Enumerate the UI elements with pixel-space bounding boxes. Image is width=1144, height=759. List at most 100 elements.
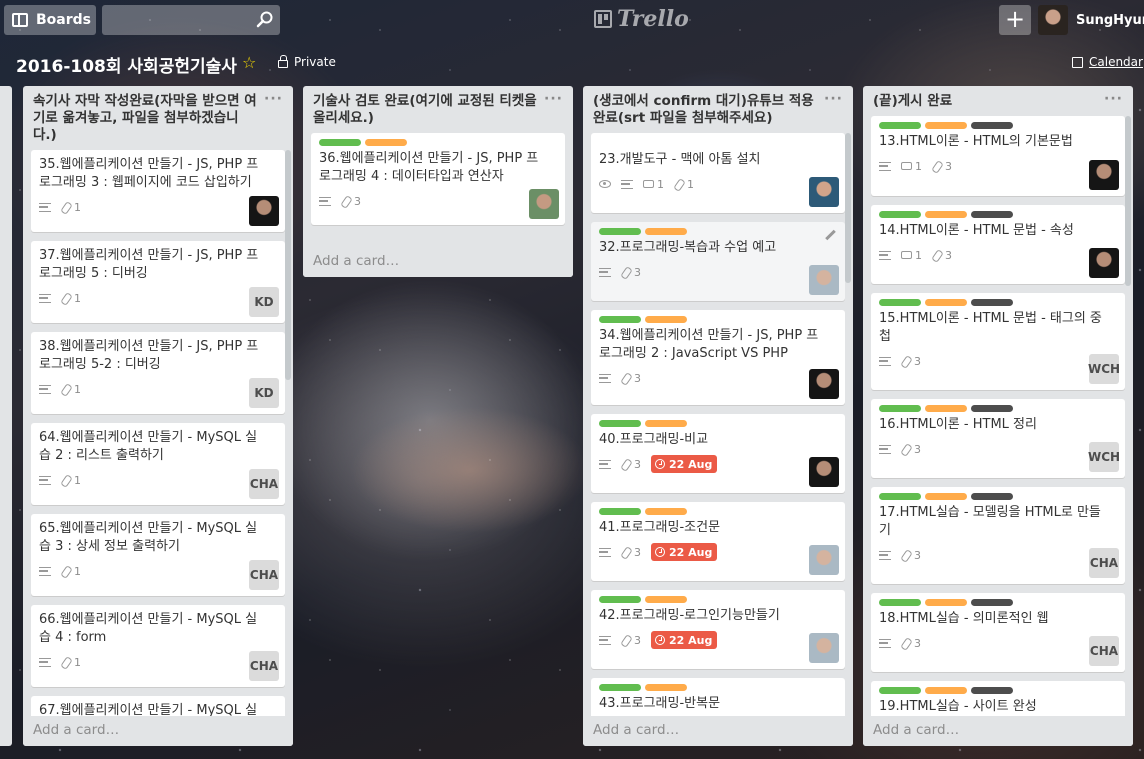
- card[interactable]: 13.HTML이론 - HTML의 기본문법 1 3: [871, 116, 1125, 196]
- label-green: [599, 316, 641, 323]
- add-card-button[interactable]: Add a card…: [863, 716, 1133, 746]
- list-title: 속기사 자막 작성완료(자막을 받으면 여기로 옮겨놓고, 파일을 첨부하겠습니…: [33, 93, 257, 143]
- card[interactable]: 14.HTML이론 - HTML 문법 - 속성 1 3: [871, 205, 1125, 284]
- star-icon[interactable]: ☆: [242, 53, 256, 72]
- card[interactable]: 19.HTML실습 - 사이트 완성: [871, 681, 1125, 717]
- list-cards[interactable]: 35.웹에플리케이션 만들기 - JS, PHP 프로그래밍 3 : 웹페이지에…: [23, 150, 293, 722]
- search-input[interactable]: [102, 5, 280, 35]
- list-scrollbar[interactable]: [845, 133, 851, 283]
- description-icon: [39, 202, 51, 212]
- card[interactable]: 32.프로그래밍-복습과 수업 예고 3: [591, 222, 845, 301]
- card[interactable]: 17.HTML실습 - 모델링을 HTML로 만들기 3 CHA: [871, 487, 1125, 584]
- add-button[interactable]: +: [999, 5, 1031, 35]
- list-youtube-applied: (생코에서 confirm 대기)유튜브 적용 완료(srt 파일을 첨부해주세…: [583, 86, 853, 746]
- card[interactable]: 65.웹에플리케이션 만들기 - MySQL 실습 3 : 상세 정보 출력하기…: [31, 514, 285, 596]
- card[interactable]: 35.웹에플리케이션 만들기 - JS, PHP 프로그래밍 3 : 웹페이지에…: [31, 150, 285, 232]
- list-scrollbar[interactable]: [1125, 116, 1131, 286]
- list-header[interactable]: (생코에서 confirm 대기)유튜브 적용 완료(srt 파일을 첨부해주세…: [583, 86, 853, 133]
- member-initials[interactable]: CHA: [249, 651, 279, 681]
- list-menu-icon[interactable]: ···: [544, 91, 563, 108]
- list-cards[interactable]: 36.웹에플리케이션 만들기 - JS, PHP 프로그래밍 4 : 데이터타입…: [303, 133, 573, 234]
- add-card-button[interactable]: Add a card…: [303, 247, 573, 277]
- list-scrollbar[interactable]: [285, 150, 291, 380]
- list-header[interactable]: 속기사 자막 작성완료(자막을 받으면 여기로 옮겨놓고, 파일을 첨부하겠습니…: [23, 86, 293, 150]
- card-labels: [879, 211, 1117, 218]
- attachment-badge: 1: [61, 383, 81, 396]
- board-title[interactable]: 2016-108회 사회공헌기술사: [16, 52, 237, 77]
- due-date-badge[interactable]: 22 Aug: [651, 543, 718, 561]
- card[interactable]: 34.웹에플리케이션 만들기 - JS, PHP 프로그래밍 2 : JavaS…: [591, 310, 845, 405]
- description-icon: [879, 444, 891, 454]
- member-avatar[interactable]: [1089, 248, 1119, 278]
- member-avatar[interactable]: [529, 189, 559, 219]
- attachment-icon: [61, 384, 71, 394]
- card[interactable]: 15.HTML이론 - HTML 문법 - 태그의 중첩 3 WCH: [871, 293, 1125, 390]
- label-orange: [645, 508, 687, 515]
- member-avatar[interactable]: [809, 265, 839, 295]
- member-avatar[interactable]: [809, 545, 839, 575]
- add-card-button[interactable]: Add a card…: [583, 716, 853, 746]
- card[interactable]: 36.웹에플리케이션 만들기 - JS, PHP 프로그래밍 4 : 데이터타입…: [311, 133, 565, 225]
- card[interactable]: 42.프로그래밍-로그인기능만들기 3 22 Aug: [591, 590, 845, 669]
- card[interactable]: 23.개발도구 - 맥에 아톰 설치 1 1: [591, 133, 845, 213]
- card[interactable]: 64.웹에플리케이션 만들기 - MySQL 실습 2 : 리스트 출력하기 1…: [31, 423, 285, 505]
- list-menu-icon[interactable]: ···: [824, 91, 843, 108]
- card-badges: 1: [39, 289, 277, 307]
- card[interactable]: 43.프로그래밍-반복문: [591, 678, 845, 717]
- card-title: 40.프로그래밍-비교: [599, 432, 709, 447]
- member-initials[interactable]: WCH: [1088, 354, 1120, 384]
- trello-logo[interactable]: Trello: [594, 6, 689, 32]
- edit-pencil-icon[interactable]: [825, 230, 835, 240]
- attachment-count: 3: [945, 248, 952, 262]
- user-menu-button[interactable]: SungHyun: [1038, 5, 1144, 35]
- attachment-icon: [932, 250, 942, 260]
- member-initials[interactable]: CHA: [249, 469, 279, 499]
- member-initials[interactable]: CHA: [1089, 548, 1119, 578]
- due-date-badge[interactable]: 22 Aug: [651, 455, 718, 473]
- attachment-badge: 3: [901, 355, 921, 368]
- trello-logo-icon: [594, 10, 612, 28]
- list-cards[interactable]: 23.개발도구 - 맥에 아톰 설치 1 1 32.프로그래밍-복습과 수업 예…: [583, 133, 853, 717]
- list-header[interactable]: (끝)게시 완료 ···: [863, 86, 1133, 116]
- attachment-count: 1: [74, 655, 81, 669]
- card[interactable]: 18.HTML실습 - 의미론적인 웹 3 CHA: [871, 593, 1125, 672]
- search-icon[interactable]: [256, 10, 274, 28]
- list-cards[interactable]: 13.HTML이론 - HTML의 기본문법 1 3 14.HTML이론 - H…: [863, 116, 1133, 717]
- member-initials[interactable]: WCH: [1088, 442, 1120, 472]
- list-menu-icon[interactable]: ···: [264, 91, 283, 108]
- calendar-icon: [1072, 56, 1083, 68]
- due-date-badge[interactable]: 22 Aug: [651, 631, 718, 649]
- member-initials[interactable]: KD: [249, 287, 279, 317]
- card[interactable]: 41.프로그래밍-조건문 3 22 Aug: [591, 502, 845, 581]
- card-labels: [599, 508, 837, 515]
- card[interactable]: 66.웹에플리케이션 만들기 - MySQL 실습 4 : form 1 CHA: [31, 605, 285, 687]
- member-avatar[interactable]: [809, 633, 839, 663]
- attachment-count: 3: [354, 194, 361, 208]
- search-box[interactable]: [102, 5, 280, 35]
- member-avatar[interactable]: [1089, 160, 1119, 190]
- add-card-button[interactable]: Add a card…: [23, 716, 293, 746]
- attachment-icon: [61, 657, 71, 667]
- attachment-icon: [61, 475, 71, 485]
- card[interactable]: 40.프로그래밍-비교 3 22 Aug: [591, 414, 845, 493]
- member-initials[interactable]: CHA: [249, 560, 279, 590]
- member-initials[interactable]: CHA: [1089, 636, 1119, 666]
- card-title: 65.웹에플리케이션 만들기 - MySQL 실습 3 : 상세 정보 출력하기: [39, 521, 258, 554]
- label-orange: [645, 316, 687, 323]
- member-initials[interactable]: KD: [249, 378, 279, 408]
- list-header[interactable]: 기술사 검토 완료(여기에 교정된 티켓을 올리세요.) ···: [303, 86, 573, 133]
- card[interactable]: 16.HTML이론 - HTML 정리 3 WCH: [871, 399, 1125, 478]
- attachment-count: 1: [74, 200, 81, 214]
- member-avatar[interactable]: [809, 369, 839, 399]
- visibility-button[interactable]: Private: [278, 54, 336, 69]
- member-avatar[interactable]: [249, 196, 279, 226]
- member-avatar[interactable]: [809, 177, 839, 207]
- card[interactable]: 37.웹에플리케이션 만들기 - JS, PHP 프로그래밍 5 : 디버깅 1…: [31, 241, 285, 323]
- list-menu-icon[interactable]: ···: [1104, 91, 1123, 108]
- card[interactable]: 38.웹에플리케이션 만들기 - JS, PHP 프로그래밍 5-2 : 디버깅…: [31, 332, 285, 414]
- attachment-icon: [901, 550, 911, 560]
- card-title: 17.HTML실습 - 모델링을 HTML로 만들기: [879, 505, 1101, 538]
- member-avatar[interactable]: [809, 457, 839, 487]
- boards-button[interactable]: Boards: [4, 5, 96, 35]
- calendar-button[interactable]: Calendar: [1072, 55, 1143, 69]
